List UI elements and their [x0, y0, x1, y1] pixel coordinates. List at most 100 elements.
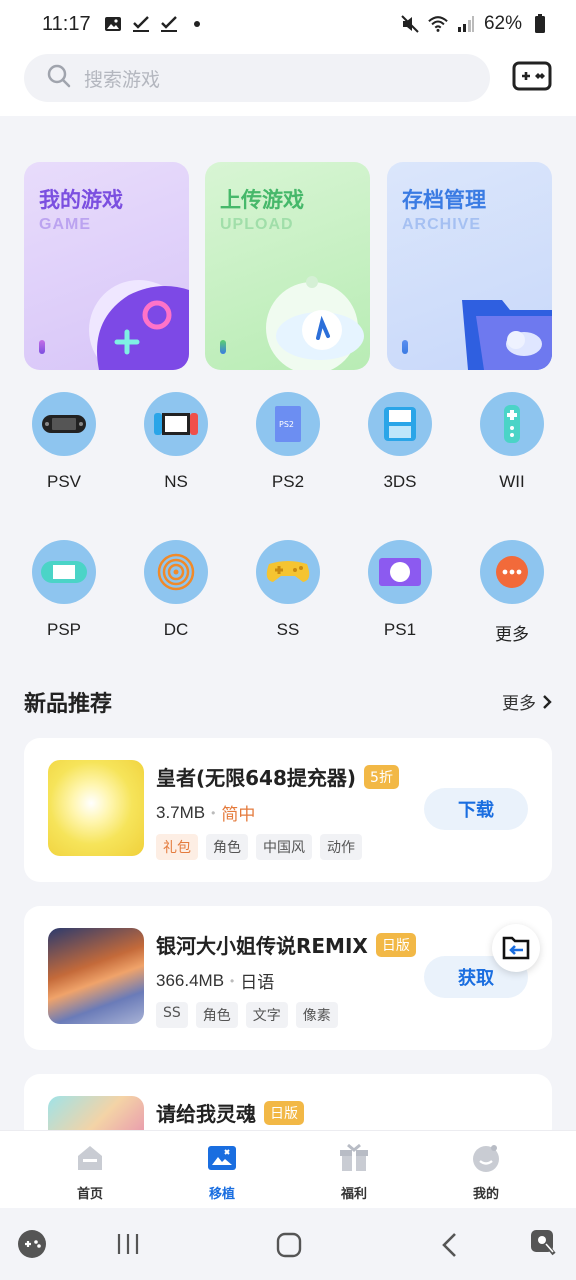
tag: 像素	[295, 1002, 338, 1028]
check-notification-icon-2	[159, 14, 179, 34]
back-icon[interactable]	[440, 1232, 460, 1258]
platform-label: SS	[276, 620, 300, 639]
platform-ss[interactable]: SS	[248, 540, 328, 640]
discount-badge: 5折	[364, 764, 399, 789]
tag: 角色	[206, 834, 248, 860]
platform-label: NS	[164, 472, 188, 491]
game-thumbnail	[48, 928, 144, 1024]
tab-home[interactable]: 首页	[50, 1143, 130, 1202]
card-title: 我的游戏	[39, 188, 123, 212]
platform-ps1[interactable]: PS1	[360, 540, 440, 640]
game-language: 简中	[221, 805, 256, 824]
3ds-handheld-icon	[384, 407, 416, 441]
game-title: 皇者(无限648提充器)	[156, 766, 357, 790]
wifi-icon	[428, 14, 448, 34]
tab-label: 福利	[340, 1187, 367, 1202]
profile-icon	[473, 1145, 499, 1172]
download-button[interactable]: 下载	[424, 788, 528, 830]
switch-console-icon	[154, 413, 198, 435]
game-tags: SS 角色 文字 像素	[156, 1002, 338, 1028]
port-icon	[208, 1146, 236, 1170]
platform-label: WII	[499, 472, 525, 491]
card-title: 上传游戏	[220, 188, 304, 212]
floating-folder-button[interactable]	[492, 924, 540, 972]
status-bar: 11:17 62%	[0, 0, 576, 48]
dreamcast-swirl-icon	[157, 553, 195, 591]
card-my-games[interactable]: 我的游戏 GAME	[24, 162, 189, 370]
signal-icon	[456, 14, 476, 34]
tab-port[interactable]: 移植	[182, 1143, 262, 1202]
region-badge: 日版	[375, 932, 416, 957]
platform-psp[interactable]: PSP	[24, 540, 104, 640]
game-language: 日语	[240, 973, 275, 992]
gamepad-illustration-icon	[89, 280, 189, 370]
platform-psv[interactable]: PSV	[24, 392, 104, 492]
search-placeholder: 搜索游戏	[84, 68, 161, 91]
assistant-icon[interactable]	[528, 1226, 560, 1258]
tag: SS	[156, 1002, 188, 1028]
tag: 文字	[245, 1002, 288, 1028]
battery-icon	[530, 14, 550, 34]
ps2-console-icon: PS2	[275, 406, 301, 442]
platform-label: 3DS	[383, 472, 417, 491]
folder-cloud-illustration-icon	[462, 300, 552, 370]
gamepad-icon[interactable]	[512, 60, 552, 94]
check-notification-icon	[131, 14, 151, 34]
wii-remote-icon	[504, 405, 520, 443]
game-card[interactable]: 银河大小姐传说REMIX 日版 366.4MB • 日语 SS 角色 文字 像素…	[24, 906, 552, 1050]
game-size: 366.4MB	[156, 970, 225, 990]
game-launcher-icon[interactable]	[16, 1228, 48, 1260]
upload-cloud-illustration-icon	[266, 276, 364, 370]
platform-more[interactable]: 更多	[472, 540, 552, 645]
platform-label: 更多	[495, 625, 529, 644]
tab-welfare[interactable]: 福利	[314, 1143, 394, 1202]
psv-handheld-icon	[42, 415, 86, 433]
feature-cards: 我的游戏 GAME 上传游戏 UPLOAD 存档管理 ARCHIVE	[24, 162, 552, 372]
game-title: 银河大小姐传说REMIX	[156, 934, 368, 958]
psp-handheld-icon	[41, 561, 87, 583]
platform-wii[interactable]: WII	[472, 392, 552, 492]
platform-ps2[interactable]: PS2 PS2	[248, 392, 328, 492]
gallery-notification-icon	[103, 14, 123, 34]
platform-ns[interactable]: NS	[136, 392, 216, 492]
game-size: 3.7MB	[156, 802, 206, 822]
game-card[interactable]: 皇者(无限648提充器) 5折 3.7MB • 简中 礼包 角色 中国风 动作 …	[24, 738, 552, 882]
ps1-console-icon	[379, 558, 421, 586]
tag: 角色	[195, 1002, 238, 1028]
platform-label: PS1	[383, 620, 417, 639]
search-icon	[46, 63, 72, 93]
home-nav-icon[interactable]	[276, 1232, 302, 1258]
system-nav-bar	[0, 1208, 576, 1280]
top-bar: 搜索游戏	[0, 48, 576, 116]
platform-label: PSV	[46, 472, 82, 491]
more-dots-icon	[496, 556, 528, 588]
recent-apps-icon[interactable]	[116, 1232, 140, 1256]
platform-label: DC	[163, 620, 189, 639]
region-badge: 日版	[264, 1100, 304, 1125]
game-thumbnail	[48, 760, 144, 856]
card-upload-game[interactable]: 上传游戏 UPLOAD	[205, 162, 370, 370]
card-subtitle: ARCHIVE	[402, 216, 482, 233]
tab-mine[interactable]: 我的	[446, 1143, 526, 1202]
tab-label: 首页	[76, 1187, 103, 1202]
section-more-link[interactable]: 更多	[502, 689, 552, 714]
card-subtitle: GAME	[39, 216, 91, 233]
platform-dc[interactable]: DC	[136, 540, 216, 640]
game-title: 请给我灵魂	[156, 1102, 256, 1126]
svg-text:PS2: PS2	[279, 420, 294, 429]
platform-3ds[interactable]: 3DS	[360, 392, 440, 492]
search-bar[interactable]: 搜索游戏	[24, 54, 490, 102]
card-archive-manage[interactable]: 存档管理 ARCHIVE	[387, 162, 552, 370]
home-icon	[78, 1146, 102, 1170]
game-tags: 礼包 角色 中国风 动作	[156, 834, 362, 860]
chevron-right-icon	[543, 694, 552, 709]
section-title: 新品推荐	[24, 692, 113, 717]
more-notifications-dot-icon	[187, 14, 207, 34]
saturn-controller-icon	[266, 561, 310, 582]
folder-arrow-icon	[502, 936, 530, 960]
mute-icon	[400, 14, 420, 34]
card-subtitle: UPLOAD	[220, 216, 294, 233]
tab-label: 我的	[472, 1187, 499, 1202]
platform-label: PS2	[271, 472, 305, 491]
tag: 动作	[320, 834, 362, 860]
